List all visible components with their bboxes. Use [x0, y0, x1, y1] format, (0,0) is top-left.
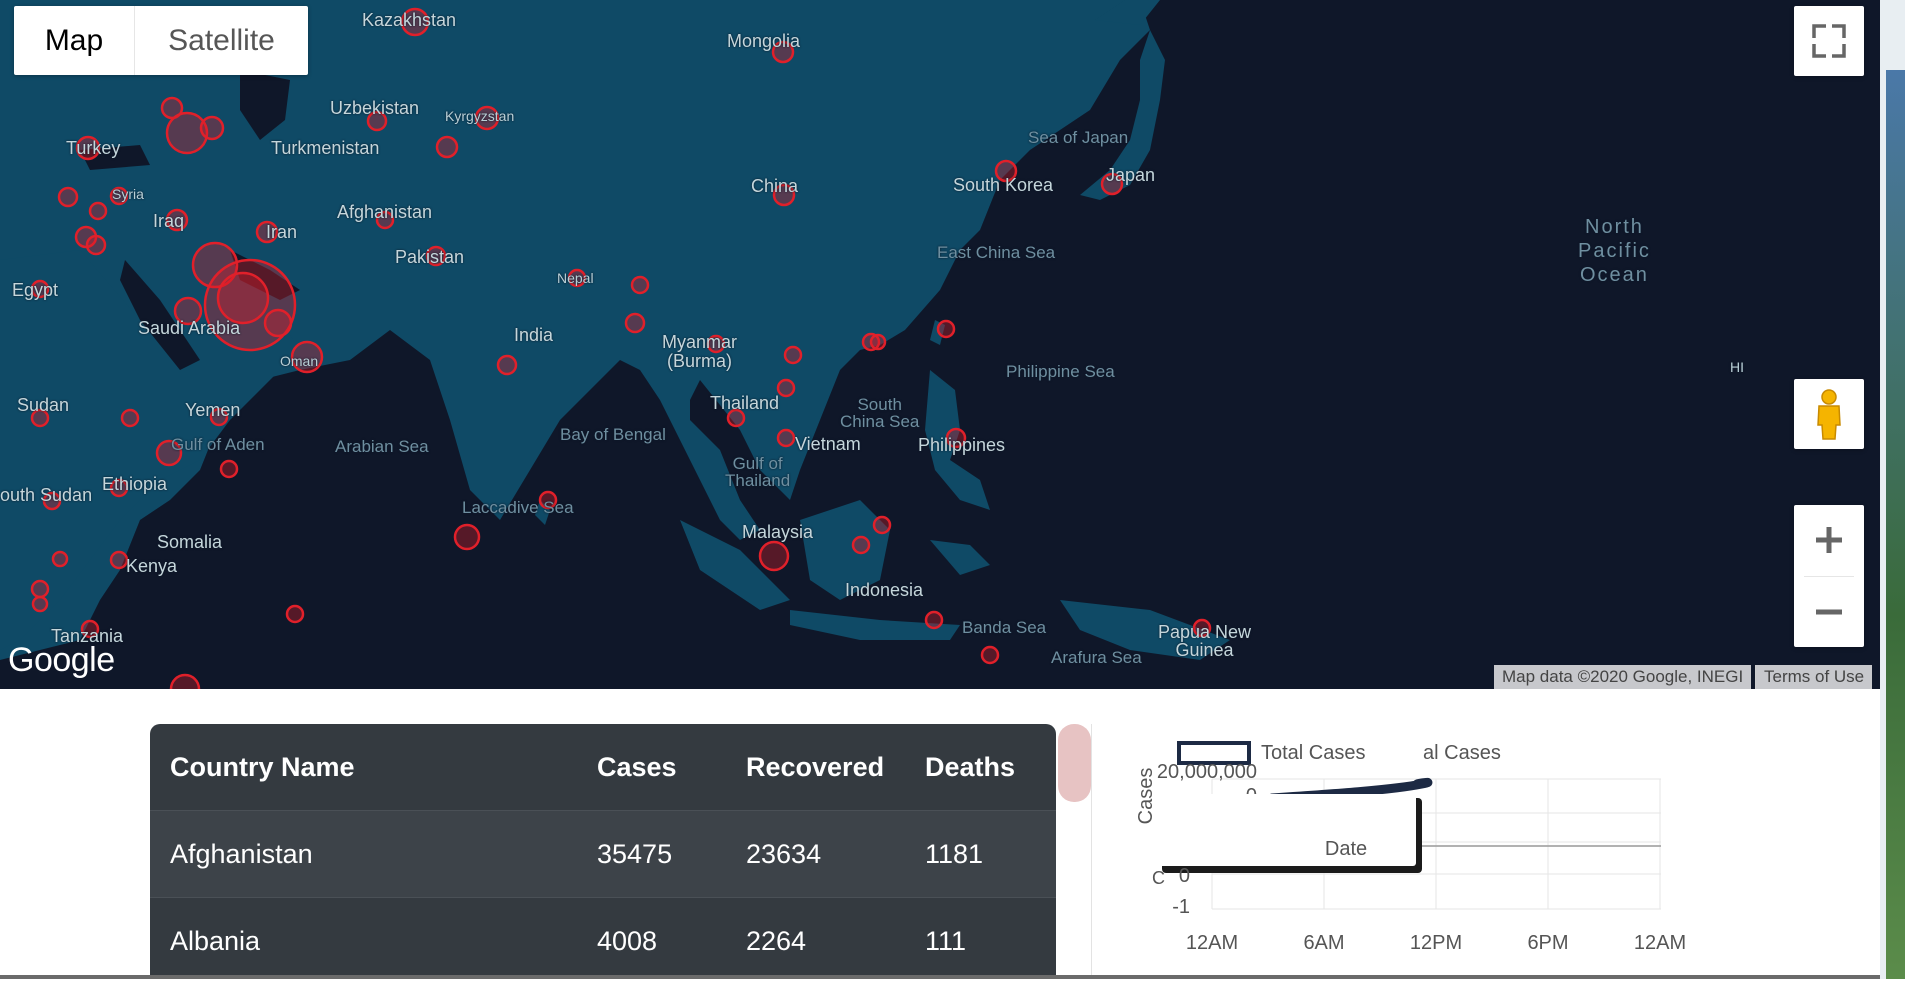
- background-image-strip: [1886, 70, 1905, 979]
- x-tick: 6AM: [1303, 932, 1344, 954]
- x-tick: 12AM: [1634, 932, 1686, 954]
- map-label-arafura-sea: Arafura Sea: [1051, 648, 1142, 667]
- lower-y-tick-0: 0: [1179, 865, 1190, 887]
- map-label-south-sudan: outh Sudan: [0, 485, 93, 505]
- map-label-laccadive-sea: Laccadive Sea: [462, 498, 574, 517]
- map-label-kyrgyzstan: Kyrgyzstan: [445, 108, 515, 124]
- bottom-divider: [0, 975, 1880, 979]
- table-row[interactable]: Afghanistan 35475 23634 1181: [150, 810, 1056, 897]
- legend-total-cases[interactable]: Total Cases: [1261, 742, 1366, 764]
- x-tick: 12PM: [1410, 932, 1462, 954]
- cell-deaths: 1181: [925, 838, 984, 869]
- y-axis-label: Cases: [1135, 768, 1157, 825]
- map-label-mongolia: Mongolia: [727, 31, 801, 51]
- map-type-control: Map Satellite: [14, 6, 308, 75]
- map-label-papua: Papua New Guinea: [1158, 622, 1252, 660]
- map-label-saudi-arabia: Saudi Arabia: [138, 318, 241, 338]
- map-label-gulf-of-aden: Gulf of Aden: [171, 435, 265, 454]
- zoom-control: [1794, 505, 1864, 647]
- table-scrollbar-thumb[interactable]: [1058, 724, 1091, 802]
- map-label-bay-of-bengal: Bay of Bengal: [560, 425, 666, 444]
- map-label-somalia: Somalia: [157, 532, 223, 552]
- x-axis-label: Date: [1325, 838, 1367, 860]
- map-label-ethiopia: Ethiopia: [102, 474, 168, 494]
- map-label-sea-of-japan: Sea of Japan: [1028, 128, 1129, 147]
- table-header-row: Country Name Cases Recovered Deaths: [150, 724, 1056, 810]
- map-data-attribution: Map data ©2020 Google, INEGI: [1494, 665, 1752, 689]
- cell-country: Albania: [170, 925, 261, 956]
- tooltip-box: [1156, 794, 1416, 866]
- map-landmass: [0, 0, 1230, 689]
- map-label-nepal: Nepal: [557, 270, 594, 286]
- cell-country: Afghanistan: [170, 838, 313, 869]
- chart-panel: Total Cases al Cases Cases 20,000,000 0 …: [1091, 724, 1883, 979]
- map-label-iraq: Iraq: [153, 211, 185, 231]
- zoom-in-button[interactable]: [1794, 505, 1864, 575]
- cell-deaths: 111: [925, 925, 967, 956]
- street-view-pegman-button[interactable]: [1794, 379, 1864, 449]
- zoom-out-button[interactable]: [1794, 577, 1864, 647]
- map-label-syria: Syria: [112, 186, 144, 202]
- map-label-kazakhstan: Kazakhstan: [362, 10, 457, 30]
- map-label-turkey: Turkey: [66, 138, 121, 158]
- terms-of-use-link[interactable]: Terms of Use: [1755, 665, 1873, 689]
- map-label-indonesia: Indonesia: [845, 580, 924, 600]
- map-label-yemen: Yemen: [185, 400, 241, 420]
- map-label-pakistan: Pakistan: [395, 247, 465, 267]
- x-tick: 12AM: [1186, 932, 1238, 954]
- map-type-satellite-button[interactable]: Satellite: [135, 6, 308, 75]
- map-label-egypt: Egypt: [12, 280, 59, 300]
- map-label-kenya: Kenya: [126, 556, 178, 576]
- legend-second-series[interactable]: al Cases: [1423, 742, 1501, 764]
- map-label-arabian-sea: Arabian Sea: [335, 437, 429, 456]
- map-label-uzbekistan: Uzbekistan: [330, 98, 420, 118]
- cell-cases: 35475: [597, 838, 673, 869]
- map-label-philippines: Philippines: [918, 435, 1006, 455]
- map-label-afghanistan: Afghanistan: [337, 202, 433, 222]
- map-label-south-korea: South Korea: [953, 175, 1054, 195]
- map-label-vietnam: Vietnam: [795, 434, 861, 454]
- map-label-iran: Iran: [266, 222, 298, 242]
- map-label-east-china-sea: East China Sea: [937, 243, 1056, 262]
- map-label-china: China: [751, 176, 799, 196]
- google-logo: Google: [8, 641, 115, 679]
- map-label-myanmar: Myanmar (Burma): [662, 332, 738, 371]
- header-deaths[interactable]: Deaths: [925, 752, 1045, 783]
- map-label-turkmenistan: Turkmenistan: [271, 138, 380, 158]
- header-country-name[interactable]: Country Name: [150, 752, 597, 783]
- map-label-philippine-sea: Philippine Sea: [1006, 362, 1115, 381]
- legend-swatch-total-cases[interactable]: [1177, 741, 1251, 765]
- map-label-malaysia: Malaysia: [742, 522, 814, 542]
- map-label-gulf-of-thailand: Gulf of Thailand: [725, 454, 791, 490]
- plus-icon: [1816, 527, 1842, 553]
- y-axis-label-fragment: C: [1152, 868, 1165, 888]
- cell-cases: 4008: [597, 925, 658, 956]
- map-label-hi: HI: [1730, 359, 1744, 375]
- cell-recovered: 23634: [746, 838, 822, 869]
- map-label-thailand: Thailand: [710, 393, 780, 413]
- header-cases[interactable]: Cases: [597, 752, 746, 783]
- country-table: Country Name Cases Recovered Deaths Afgh…: [150, 724, 1056, 979]
- fullscreen-icon: [1812, 24, 1846, 58]
- x-tick: 6PM: [1527, 932, 1568, 954]
- map-label-south-china-sea: South China Sea: [840, 395, 920, 431]
- page-right-edge: [1880, 0, 1905, 979]
- map-label-sudan: Sudan: [17, 395, 70, 415]
- y-tick-top: 20,000,000: [1157, 761, 1257, 783]
- map-label-banda-sea: Banda Sea: [962, 618, 1047, 637]
- cases-chart: Total Cases al Cases Cases 20,000,000 0 …: [1135, 741, 1686, 954]
- map-label-oman: Oman: [280, 353, 319, 369]
- table-row[interactable]: Albania 4008 2264 111: [150, 897, 1056, 979]
- pegman-icon: [1817, 389, 1841, 440]
- map-view[interactable]: Kazakhstan Mongolia Uzbekistan Kyrgyzsta…: [0, 0, 1880, 689]
- map-type-map-button[interactable]: Map: [14, 6, 135, 75]
- cell-recovered: 2264: [746, 925, 807, 956]
- header-recovered[interactable]: Recovered: [746, 752, 925, 783]
- lower-y-tick-1: -1: [1172, 896, 1190, 918]
- map-label-india: India: [514, 325, 554, 345]
- fullscreen-button[interactable]: [1794, 6, 1864, 76]
- minus-icon: [1816, 609, 1842, 615]
- map-label-japan: Japan: [1106, 165, 1156, 185]
- map-label-north-pacific: North Pacific Ocean: [1578, 216, 1651, 286]
